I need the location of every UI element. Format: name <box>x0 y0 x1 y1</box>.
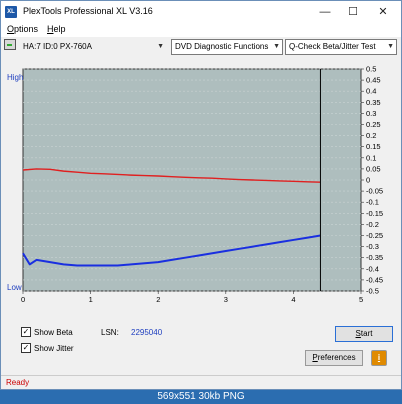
maximize-button[interactable]: ☐ <box>343 4 363 20</box>
y-tick-label: 0.5 <box>366 65 376 74</box>
left-axis-low-label: Low <box>7 283 22 292</box>
chart-svg: 0.5 0.45 0.4 0.35 0.3 0.25 0.2 0.15 0.1 0.05 0 -0.0… <box>21 65 383 305</box>
lsn-label: LSN: <box>101 328 119 337</box>
y-tick-label: -0.5 <box>366 287 379 296</box>
image-caption: 569x551 30kb PNG <box>0 390 402 404</box>
y-tick-label: 0.45 <box>366 76 381 85</box>
show-beta-checkbox[interactable]: ✓ <box>21 327 31 337</box>
window-title: PlexTools Professional XL V3.16 <box>23 6 153 16</box>
drive-select[interactable]: HA:7 ID:0 PX-760A ▼ <box>19 39 167 55</box>
chevron-down-icon: ▼ <box>157 43 164 50</box>
y-tick-label: 0.05 <box>366 164 381 173</box>
drive-select-value: HA:7 ID:0 PX-760A <box>23 42 92 51</box>
bottom-panel: ✓ Show Beta ✓ Show Jitter LSN: 2295040 S… <box>1 315 401 375</box>
y-tick-label: -0.3 <box>366 242 379 251</box>
info-icon[interactable]: i <box>371 350 387 366</box>
app-window: XL PlexTools Professional XL V3.16 — ☐ ✕… <box>0 0 402 390</box>
x-tick-label: 2 <box>156 295 160 304</box>
chevron-down-icon: ▼ <box>273 43 280 50</box>
lsn-value: 2295040 <box>131 328 163 337</box>
y-tick-label: -0.4 <box>366 264 379 273</box>
y-tick-label: 0.3 <box>366 109 376 118</box>
menu-options[interactable]: Options <box>7 24 38 34</box>
y-tick-label: 0 <box>366 176 370 185</box>
y-tick-label: 0.2 <box>366 131 376 140</box>
test-select-value: Q-Check Beta/Jitter Test <box>289 42 376 51</box>
x-tick-label: 0 <box>21 295 25 304</box>
show-beta-label: Show Beta <box>34 328 73 337</box>
chevron-down-icon: ▼ <box>387 43 394 50</box>
x-tick-label: 4 <box>291 295 295 304</box>
beta-jitter-chart: High Low 0.5 0.45 0.4 0.35 0.3 0.25 0.2 0.15 0.1… <box>1 59 401 311</box>
y-tick-label: -0.45 <box>366 275 383 284</box>
status-text: Ready <box>6 378 30 387</box>
drive-icon <box>4 39 16 50</box>
y-tick-label: -0.1 <box>366 198 379 207</box>
y-tick-label: 0.25 <box>366 120 381 129</box>
y-tick-label: -0.15 <box>366 209 383 218</box>
x-tick-label: 5 <box>359 295 363 304</box>
function-select[interactable]: DVD Diagnostic Functions ▼ <box>171 39 283 55</box>
start-button[interactable]: Start <box>335 326 393 342</box>
y-tick-label: 0.15 <box>366 142 381 151</box>
close-button[interactable]: ✕ <box>373 4 393 20</box>
menu-help[interactable]: Help <box>47 24 66 34</box>
show-jitter-label: Show Jitter <box>34 344 74 353</box>
minimize-button[interactable]: — <box>315 4 335 20</box>
y-tick-label: -0.25 <box>366 231 383 240</box>
preferences-button[interactable]: Preferences <box>305 350 363 366</box>
y-tick-label: 0.35 <box>366 98 381 107</box>
test-select[interactable]: Q-Check Beta/Jitter Test ▼ <box>285 39 397 55</box>
left-axis-high-label: High <box>7 73 24 82</box>
menu-bar: Options Help <box>1 23 401 37</box>
x-tick-label: 1 <box>89 295 93 304</box>
app-icon: XL <box>5 6 17 18</box>
y-tick-label: -0.2 <box>366 220 379 229</box>
title-bar: XL PlexTools Professional XL V3.16 — ☐ ✕ <box>1 1 401 23</box>
toolbar: HA:7 ID:0 PX-760A ▼ DVD Diagnostic Funct… <box>1 37 401 59</box>
function-select-value: DVD Diagnostic Functions <box>175 42 269 51</box>
y-tick-label: -0.35 <box>366 253 383 262</box>
x-tick-label: 3 <box>224 295 228 304</box>
show-jitter-checkbox[interactable]: ✓ <box>21 343 31 353</box>
y-tick-label: -0.05 <box>366 187 383 196</box>
y-tick-label: 0.4 <box>366 87 376 96</box>
status-bar: Ready <box>1 375 401 389</box>
y-tick-label: 0.1 <box>366 153 376 162</box>
